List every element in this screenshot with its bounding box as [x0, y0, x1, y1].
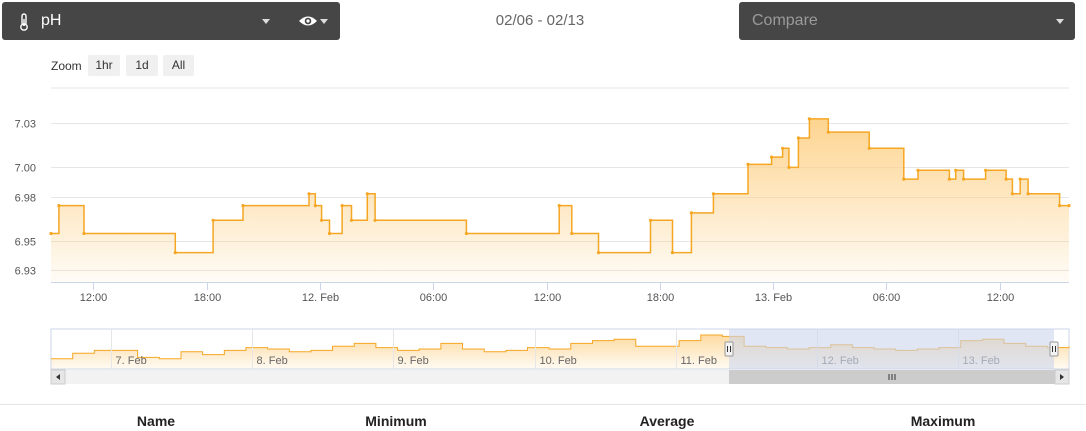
column-minimum: Minimum — [365, 413, 427, 429]
x-tick-label: 18:00 — [194, 292, 222, 304]
data-point — [241, 204, 245, 208]
data-point — [596, 251, 601, 255]
data-point — [340, 204, 344, 208]
data-point — [670, 251, 675, 255]
navigator-selection[interactable] — [729, 329, 1054, 369]
data-point — [826, 130, 830, 134]
data-point — [49, 231, 53, 236]
data-point — [570, 231, 574, 236]
data-point — [307, 192, 311, 196]
data-point — [57, 204, 61, 208]
column-name: Name — [136, 413, 176, 429]
y-tick-label: 7.03 — [15, 119, 36, 131]
data-point — [984, 168, 988, 172]
data-point — [365, 192, 369, 196]
data-point — [464, 231, 468, 236]
y-tick-label: 6.95 — [15, 237, 36, 249]
data-point — [1004, 177, 1008, 181]
navigator-tick-label: 10. Feb — [540, 355, 577, 367]
data-point — [902, 177, 906, 181]
x-tick-label: 12:00 — [987, 292, 1015, 304]
data-point — [320, 218, 324, 222]
data-point — [796, 136, 801, 140]
data-point — [787, 165, 791, 169]
data-point — [746, 162, 750, 166]
data-point — [211, 218, 215, 222]
data-point — [557, 204, 561, 208]
navigator-handle[interactable] — [1049, 341, 1059, 357]
column-average: Average — [639, 413, 695, 429]
table-divider — [0, 404, 1086, 405]
y-tick-label: 6.93 — [15, 266, 36, 278]
data-point — [962, 177, 966, 181]
y-tick-label: 7.00 — [15, 163, 36, 175]
data-point — [867, 146, 871, 150]
navigator-tick-label: 11. Feb — [681, 355, 718, 367]
series-area — [51, 118, 1069, 283]
data-point — [954, 168, 958, 172]
data-point — [327, 231, 332, 236]
data-point — [1058, 204, 1062, 208]
x-tick-label: 18:00 — [647, 292, 675, 304]
y-tick-label: 6.98 — [15, 193, 36, 205]
x-tick-label: 12. Feb — [302, 292, 339, 304]
data-point — [947, 177, 952, 181]
data-point — [1018, 177, 1022, 181]
data-point — [1010, 192, 1015, 196]
data-point — [770, 155, 774, 159]
navigator-tick-label: 8. Feb — [257, 355, 288, 367]
data-point — [711, 192, 716, 196]
x-tick-label: 12:00 — [534, 292, 562, 304]
x-tick-label: 12:00 — [80, 292, 108, 304]
x-tick-label: 06:00 — [873, 292, 901, 304]
data-point — [648, 218, 653, 222]
data-point — [373, 218, 377, 222]
data-point — [1067, 204, 1071, 208]
ph-chart[interactable]: 6.93 6.95 6.98 7.00 7.03 12:00 18:00 12. Feb 06:… — [0, 0, 1086, 400]
navigator-handle[interactable] — [724, 341, 734, 357]
data-point — [313, 204, 317, 208]
navigator-tick-label: 9. Feb — [398, 355, 429, 367]
data-point — [173, 251, 177, 255]
column-maximum: Maximum — [910, 413, 976, 429]
data-point — [916, 168, 920, 172]
navigator-tick-label: 7. Feb — [116, 355, 147, 367]
data-point — [1026, 192, 1030, 196]
data-point — [807, 117, 812, 121]
x-tick-label: 13. Feb — [755, 292, 792, 304]
data-point — [82, 231, 86, 236]
x-tick-label: 06:00 — [420, 292, 448, 304]
data-point — [349, 218, 354, 222]
data-point — [781, 146, 785, 150]
data-point — [689, 211, 694, 215]
